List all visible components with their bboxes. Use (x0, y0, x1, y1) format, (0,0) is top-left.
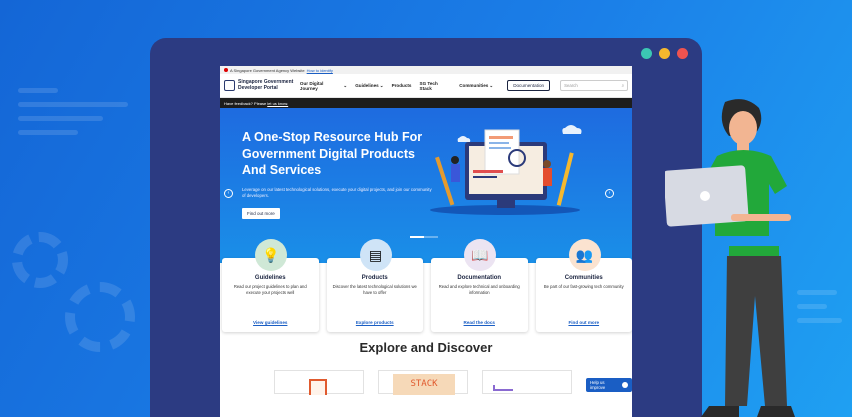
browser-window: A Singapore Government Agency Website Ho… (150, 38, 702, 417)
hero-illustration (430, 125, 582, 215)
gear-icon (12, 232, 68, 288)
window-controls (641, 48, 688, 59)
carousel-next-icon[interactable]: › (605, 189, 614, 198)
website-screen: A Singapore Government Agency Website Ho… (220, 66, 632, 417)
card-title: Communities (564, 275, 603, 281)
card-guidelines: 💡 Guidelines Read our project guidelines… (222, 239, 319, 332)
hero-banner: ‹ › A One-Stop Resource Hub For Governme… (220, 108, 632, 263)
hero-title: A One-Stop Resource Hub For Government D… (242, 130, 423, 177)
search-input[interactable]: Search ⌕ (560, 80, 628, 91)
card-description: Read our project guidelines to plan and … (233, 284, 307, 295)
developer-illustration (665, 99, 795, 417)
window-icon (309, 379, 327, 395)
open-book-icon: 📖 (464, 239, 496, 271)
logo-line-2: Developer Portal (238, 84, 278, 91)
menu-item-communities[interactable]: Communities ⌄ (459, 83, 493, 89)
menu-item-digital-journey[interactable]: Our Digital Journey ⌄ (300, 81, 347, 91)
sg-flag-icon (224, 68, 228, 72)
window-dot-teal[interactable] (641, 48, 652, 59)
explore-card[interactable] (274, 370, 364, 395)
view-guidelines-link[interactable]: View guidelines (222, 320, 319, 325)
card-title: Products (361, 275, 388, 281)
portal-logo[interactable]: Singapore Government Developer Portal (224, 79, 300, 91)
lightbulb-gear-icon: 💡 (255, 239, 287, 271)
main-menu: Our Digital Journey ⌄ Guidelines ⌄ Product… (300, 81, 493, 91)
gov-masthead-text: A Singapore Government Agency Website (230, 67, 305, 73)
find-out-more-link[interactable]: Find out more (536, 320, 633, 325)
window-dot-red[interactable] (677, 48, 688, 59)
feature-cards: 💡 Guidelines Read our project guidelines… (220, 239, 633, 332)
window-dot-yellow[interactable] (659, 48, 670, 59)
read-the-docs-link[interactable]: Read the docs (431, 320, 528, 325)
feedback-bar: Have feedback? Please let us know. (220, 98, 632, 108)
explore-heading: Explore and Discover (359, 340, 493, 355)
card-description: Discover the latest technological soluti… (332, 284, 417, 295)
menu-item-products[interactable]: Products (392, 83, 412, 88)
carousel-prev-icon[interactable]: ‹ (224, 189, 233, 198)
card-products: ▤ Products Discover the latest technolog… (326, 239, 424, 332)
card-description: Read and explore technical and onboardin… (438, 284, 520, 295)
stack-logo: STACK (393, 374, 455, 395)
search-icon[interactable]: ⌕ (622, 83, 624, 88)
help-us-improve-label: Help us improve (590, 380, 606, 390)
explore-thumbnails: STACK (274, 370, 572, 395)
card-title: Documentation (457, 275, 502, 281)
card-documentation: 📖 Documentation Read and explore technic… (431, 239, 528, 332)
gov-masthead: A Singapore Government Agency Website Ho… (220, 66, 632, 74)
feedback-link[interactable]: let us know. (267, 101, 288, 106)
explore-card[interactable] (482, 370, 572, 394)
hero-description: Leverage on our latest technological sol… (242, 187, 432, 199)
feedback-text: Have feedback? Please (224, 100, 267, 106)
menu-item-sg-tech-stack[interactable]: SG Tech Stack (420, 81, 452, 91)
gear-icon (65, 282, 135, 352)
find-out-more-button[interactable]: Find out more (242, 208, 280, 219)
explore-products-link[interactable]: Explore products (327, 320, 424, 325)
chevron-down-icon: ⌄ (379, 82, 384, 88)
card-communities: 👥 Communities Be part of our fast-growin… (535, 239, 633, 332)
chart-icon (493, 385, 513, 391)
help-us-improve-button[interactable]: Help us improve (586, 378, 632, 392)
smile-icon (622, 382, 628, 388)
how-to-identify-link[interactable]: How to identify (307, 68, 333, 73)
card-title: Guidelines (254, 275, 286, 281)
chevron-down-icon: ⌄ (489, 82, 494, 88)
documentation-button[interactable]: Documentation (507, 80, 551, 91)
card-description: Be part of our fast-growing tech communi… (543, 284, 624, 289)
menu-item-guidelines[interactable]: Guidelines ⌄ (355, 83, 383, 89)
carousel-indicator[interactable] (410, 236, 438, 238)
explore-card[interactable]: STACK (378, 370, 468, 395)
chevron-down-icon: ⌄ (343, 82, 348, 88)
server-stack-icon: ▤ (359, 239, 392, 271)
header-nav: Singapore Government Developer Portal Ou… (220, 74, 632, 98)
decorative-lines-left (18, 88, 128, 144)
search-placeholder: Search (564, 83, 578, 88)
portal-logo-icon (224, 80, 235, 91)
people-chat-icon: 👥 (568, 239, 601, 271)
